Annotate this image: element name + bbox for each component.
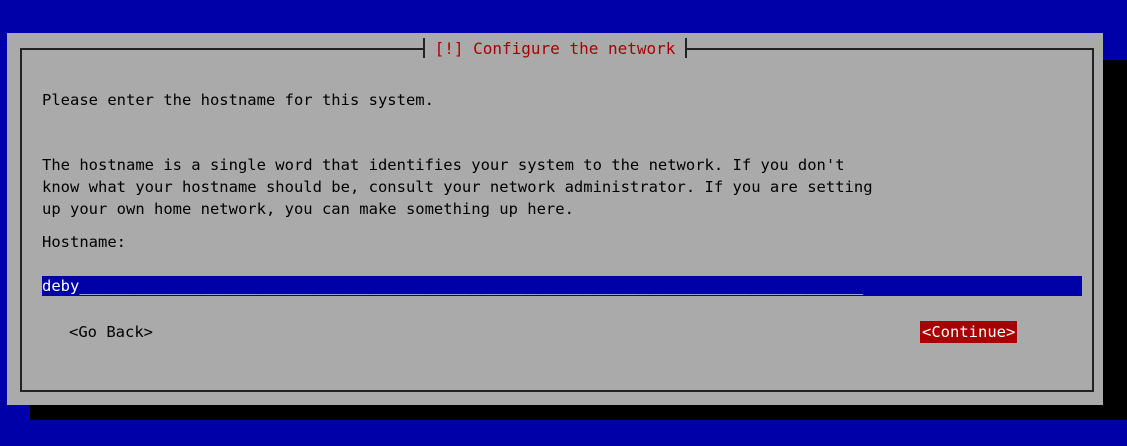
hostname-description: The hostname is a single word that ident… [42, 156, 873, 218]
continue-button[interactable]: <Continue> [920, 321, 1018, 343]
hostname-label: Hostname: [42, 233, 126, 251]
dialog-title: [!] Configure the network [422, 37, 688, 61]
hostname-prompt: Please enter the hostname for this syste… [42, 91, 434, 109]
hostname-value: deby [42, 277, 80, 295]
go-back-button[interactable]: <Go Back> [69, 321, 153, 343]
configure-network-dialog: [!] Configure the network Please enter t… [7, 33, 1103, 405]
installer-screen: [!] Configure the network Please enter t… [0, 0, 1127, 446]
hostname-fill: ________________________________________… [79, 277, 864, 295]
hostname-input[interactable]: deby____________________________________… [42, 276, 1082, 296]
dialog-title-bar: [!] Configure the network [7, 37, 1103, 61]
